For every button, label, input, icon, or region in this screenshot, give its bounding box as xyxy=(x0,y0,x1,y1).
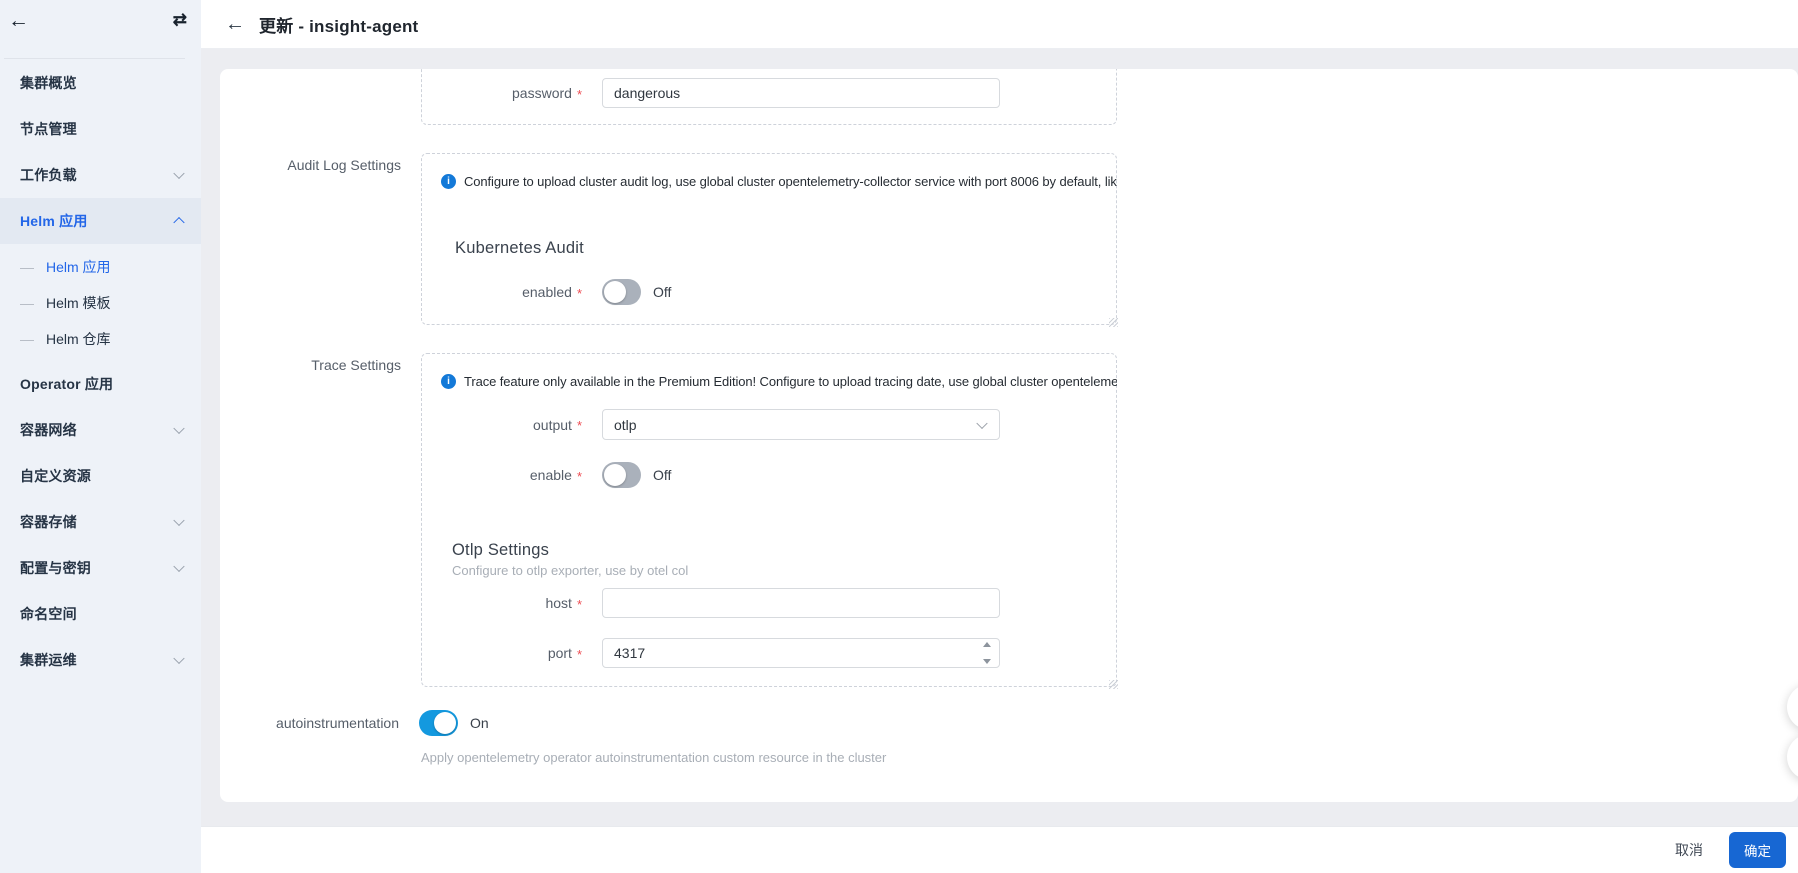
sidebar-menu: 集群概览 节点管理 工作负载 Helm 应用 — Helm 应用 — Helm … xyxy=(0,60,201,683)
dash-icon: — xyxy=(20,295,34,311)
stepper-up-icon[interactable] xyxy=(983,642,991,647)
sidebar-item-cluster-overview[interactable]: 集群概览 xyxy=(0,60,201,106)
sidebar-subitem-helm-templates[interactable]: — Helm 模板 xyxy=(0,285,201,321)
sidebar-item-helm-apps[interactable]: Helm 应用 xyxy=(0,198,201,244)
output-select-value: otlp xyxy=(614,417,637,433)
footer-bar: 取消 确定 xyxy=(201,826,1798,873)
kubernetes-audit-heading: Kubernetes Audit xyxy=(455,238,584,258)
sidebar-item-cluster-ops[interactable]: 集群运维 xyxy=(0,637,201,683)
sidebar-item-container-storage[interactable]: 容器存储 xyxy=(0,499,201,545)
required-asterisk: * xyxy=(577,418,582,433)
sidebar-divider xyxy=(4,58,185,59)
required-asterisk: * xyxy=(577,647,582,662)
enable-toggle[interactable] xyxy=(602,462,641,488)
sidebar-item-workloads[interactable]: 工作负载 xyxy=(0,152,201,198)
sidebar-item-node-management[interactable]: 节点管理 xyxy=(0,106,201,152)
chevron-down-icon xyxy=(173,515,184,526)
stepper-down-icon[interactable] xyxy=(983,659,991,664)
chevron-down-icon xyxy=(976,417,987,428)
page-header: ← 更新 - insight-agent xyxy=(201,0,1798,49)
output-control: otlp xyxy=(602,409,1000,440)
confirm-button[interactable]: 确定 xyxy=(1729,832,1786,868)
required-asterisk: * xyxy=(577,87,582,102)
sidebar-item-namespaces[interactable]: 命名空间 xyxy=(0,591,201,637)
autoinstrumentation-toggle[interactable] xyxy=(419,710,458,736)
password-control xyxy=(602,78,1000,108)
chevron-down-icon xyxy=(173,423,184,434)
required-asterisk: * xyxy=(577,286,582,301)
content-background: password* Audit Log Settings i Configure… xyxy=(201,49,1798,826)
trace-panel xyxy=(421,353,1117,687)
password-label: password* xyxy=(382,78,582,108)
port-control xyxy=(602,638,1000,668)
sidebar-helm-subgroup: — Helm 应用 — Helm 模板 — Helm 仓库 xyxy=(0,249,201,357)
sidebar: ← ⇄ 集群概览 节点管理 工作负载 Helm 应用 — Helm 应用 — H… xyxy=(0,0,201,873)
resize-grip-icon xyxy=(1109,680,1118,689)
enabled-label: enabled* xyxy=(382,279,582,305)
autoinstrumentation-toggle-row: On xyxy=(419,710,489,736)
autoinstrumentation-state: On xyxy=(470,715,489,731)
form-card: password* Audit Log Settings i Configure… xyxy=(220,69,1798,802)
enabled-toggle[interactable] xyxy=(602,279,641,305)
required-asterisk: * xyxy=(577,469,582,484)
back-arrow-icon[interactable]: ← xyxy=(225,14,245,34)
enabled-state: Off xyxy=(653,284,671,300)
host-label: host* xyxy=(382,588,582,618)
page-title: 更新 - insight-agent xyxy=(259,12,418,37)
password-input[interactable] xyxy=(602,78,1000,108)
autoinstrumentation-label: autoinstrumentation xyxy=(220,713,399,733)
host-input[interactable] xyxy=(602,588,1000,618)
enable-label: enable* xyxy=(382,462,582,488)
audit-section-label: Audit Log Settings xyxy=(220,155,401,175)
port-label: port* xyxy=(382,638,582,668)
sidebar-item-config-secrets[interactable]: 配置与密钥 xyxy=(0,545,201,591)
trace-section-label: Trace Settings xyxy=(220,355,401,375)
cancel-button[interactable]: 取消 xyxy=(1675,840,1703,860)
required-asterisk: * xyxy=(577,597,582,612)
number-stepper[interactable] xyxy=(981,642,993,664)
port-input[interactable] xyxy=(602,638,1000,668)
output-select[interactable]: otlp xyxy=(602,409,1000,440)
resize-grip-icon xyxy=(1109,318,1118,327)
sidebar-subitem-helm-repos[interactable]: — Helm 仓库 xyxy=(0,321,201,357)
output-label: output* xyxy=(382,409,582,440)
info-icon: i xyxy=(441,374,456,389)
audit-info: i Configure to upload cluster audit log,… xyxy=(441,173,1117,190)
autoinstrumentation-helper: Apply opentelemetry operator autoinstrum… xyxy=(421,750,886,766)
chevron-down-icon xyxy=(173,653,184,664)
chevron-down-icon xyxy=(173,561,184,572)
sidebar-top: ← ⇄ xyxy=(0,0,201,58)
info-icon: i xyxy=(441,174,456,189)
dash-icon: — xyxy=(20,259,34,275)
enabled-toggle-row: Off xyxy=(602,279,671,305)
sidebar-item-container-network[interactable]: 容器网络 xyxy=(0,407,201,453)
chevron-down-icon xyxy=(173,168,184,179)
otlp-settings-heading: Otlp Settings xyxy=(452,540,549,560)
chevron-up-icon xyxy=(173,217,184,228)
sidebar-subitem-helm-apps[interactable]: — Helm 应用 xyxy=(0,249,201,285)
dash-icon: — xyxy=(20,331,34,347)
sidebar-item-operator-apps[interactable]: Operator 应用 xyxy=(0,361,201,407)
host-control xyxy=(602,588,1000,618)
switch-cluster-icon[interactable]: ⇄ xyxy=(173,11,187,28)
trace-info: i Trace feature only available in the Pr… xyxy=(441,373,1117,390)
enable-state: Off xyxy=(653,467,671,483)
collapse-back-icon[interactable]: ← xyxy=(8,10,29,31)
enable-toggle-row: Off xyxy=(602,462,671,488)
otlp-settings-subtitle: Configure to otlp exporter, use by otel … xyxy=(452,563,688,579)
sidebar-item-custom-resources[interactable]: 自定义资源 xyxy=(0,453,201,499)
